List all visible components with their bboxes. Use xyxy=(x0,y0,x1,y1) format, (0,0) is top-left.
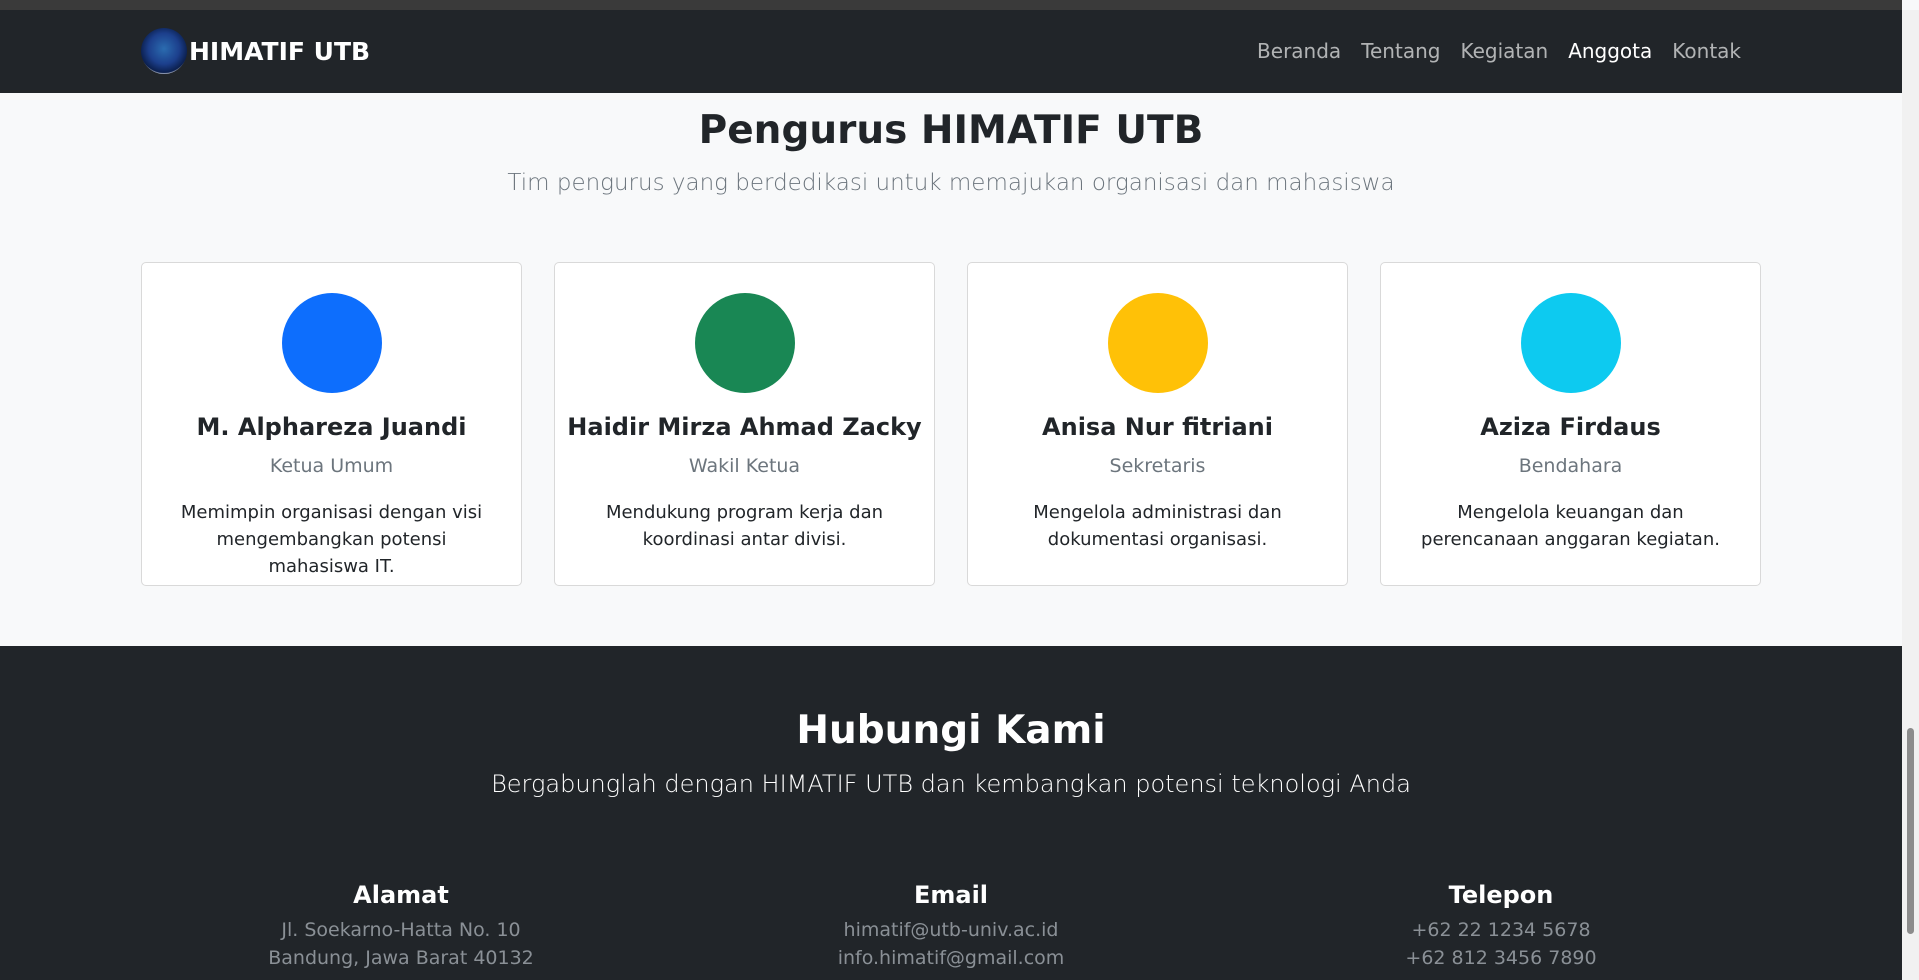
himatif-logo xyxy=(141,28,187,74)
contact-line: Jl. Soekarno-Hatta No. 10 xyxy=(281,919,521,941)
contact-line: +62 812 3456 7890 xyxy=(1405,947,1597,969)
member-name: Aziza Firdaus xyxy=(1480,413,1661,441)
avatar xyxy=(1107,293,1208,393)
member-card: Anisa Nur fitriani Sekretaris Mengelola … xyxy=(967,262,1348,586)
avatar xyxy=(694,293,795,393)
avatar xyxy=(281,293,382,393)
contact-line[interactable]: info.himatif@gmail.com xyxy=(691,947,1211,969)
pengurus-title: Pengurus HIMATIF UTB xyxy=(698,108,1204,153)
nav-link-kegiatan[interactable]: Kegiatan xyxy=(1450,37,1558,65)
member-card: Aziza Firdaus Bendahara Mengelola keuang… xyxy=(1380,262,1761,586)
member-desc: Mengelola administrasi dan dokumentasi o… xyxy=(1033,502,1282,550)
contact-address: Alamat Jl. Soekarno-Hatta No. 10 Bandung… xyxy=(141,881,661,969)
contact-heading: Alamat xyxy=(353,881,449,909)
nav-link-beranda[interactable]: Beranda xyxy=(1247,37,1351,65)
page-scrollbar[interactable] xyxy=(1902,10,1919,980)
navbar: HIMATIF UTB Beranda Tentang Kegiatan Ang… xyxy=(0,10,1902,93)
member-card: M. Alphareza Juandi Ketua Umum Memimpin … xyxy=(141,262,522,586)
member-role: Sekretaris xyxy=(1109,455,1206,477)
browser-top-edge xyxy=(0,0,1902,10)
contact-heading: Telepon xyxy=(1448,881,1554,909)
pengurus-subtitle: Tim pengurus yang berdedikasi untuk mema… xyxy=(507,170,1395,196)
member-cards: M. Alphareza Juandi Ketua Umum Memimpin … xyxy=(141,262,1761,586)
contact-heading: Email xyxy=(913,881,989,909)
navbar-brand[interactable]: HIMATIF UTB xyxy=(141,28,370,74)
contact-phone: Telepon +62 22 1234 5678 +62 812 3456 78… xyxy=(1241,881,1761,969)
member-name: M. Alphareza Juandi xyxy=(196,413,467,441)
contact-email: Email himatif@utb-univ.ac.id info.himati… xyxy=(691,881,1211,969)
brand-name: HIMATIF UTB xyxy=(189,36,371,66)
member-desc: Mendukung program kerja dan koordinasi a… xyxy=(605,502,884,550)
member-desc: Mengelola keuangan dan perencanaan angga… xyxy=(1421,502,1720,550)
nav-link-kontak[interactable]: Kontak xyxy=(1662,37,1751,65)
nav-links: Beranda Tentang Kegiatan Anggota Kontak xyxy=(1247,37,1751,65)
contact-subtitle: Bergabunglah dengan HIMATIF UTB dan kemb… xyxy=(491,770,1411,798)
member-role: Wakil Ketua xyxy=(688,455,801,477)
member-card: Haidir Mirza Ahmad Zacky Wakil Ketua Men… xyxy=(554,262,935,586)
member-desc: Memimpin organisasi dengan visi mengemba… xyxy=(180,502,483,577)
avatar xyxy=(1520,293,1621,393)
contact-line: Bandung, Jawa Barat 40132 xyxy=(268,947,534,969)
contact-line: +62 22 1234 5678 xyxy=(1411,919,1591,941)
nav-link-anggota[interactable]: Anggota xyxy=(1558,37,1662,65)
member-role: Ketua Umum xyxy=(269,455,394,477)
member-name: Haidir Mirza Ahmad Zacky xyxy=(567,413,922,441)
nav-link-tentang[interactable]: Tentang xyxy=(1351,37,1450,65)
contact-line[interactable]: himatif@utb-univ.ac.id xyxy=(691,919,1211,941)
scrollbar-thumb[interactable] xyxy=(1907,728,1914,934)
member-role: Bendahara xyxy=(1518,455,1623,477)
contact-title: Hubungi Kami xyxy=(796,708,1106,753)
contact-section: Hubungi Kami Bergabunglah dengan HIMATIF… xyxy=(0,646,1902,980)
member-name: Anisa Nur fitriani xyxy=(1042,413,1273,441)
